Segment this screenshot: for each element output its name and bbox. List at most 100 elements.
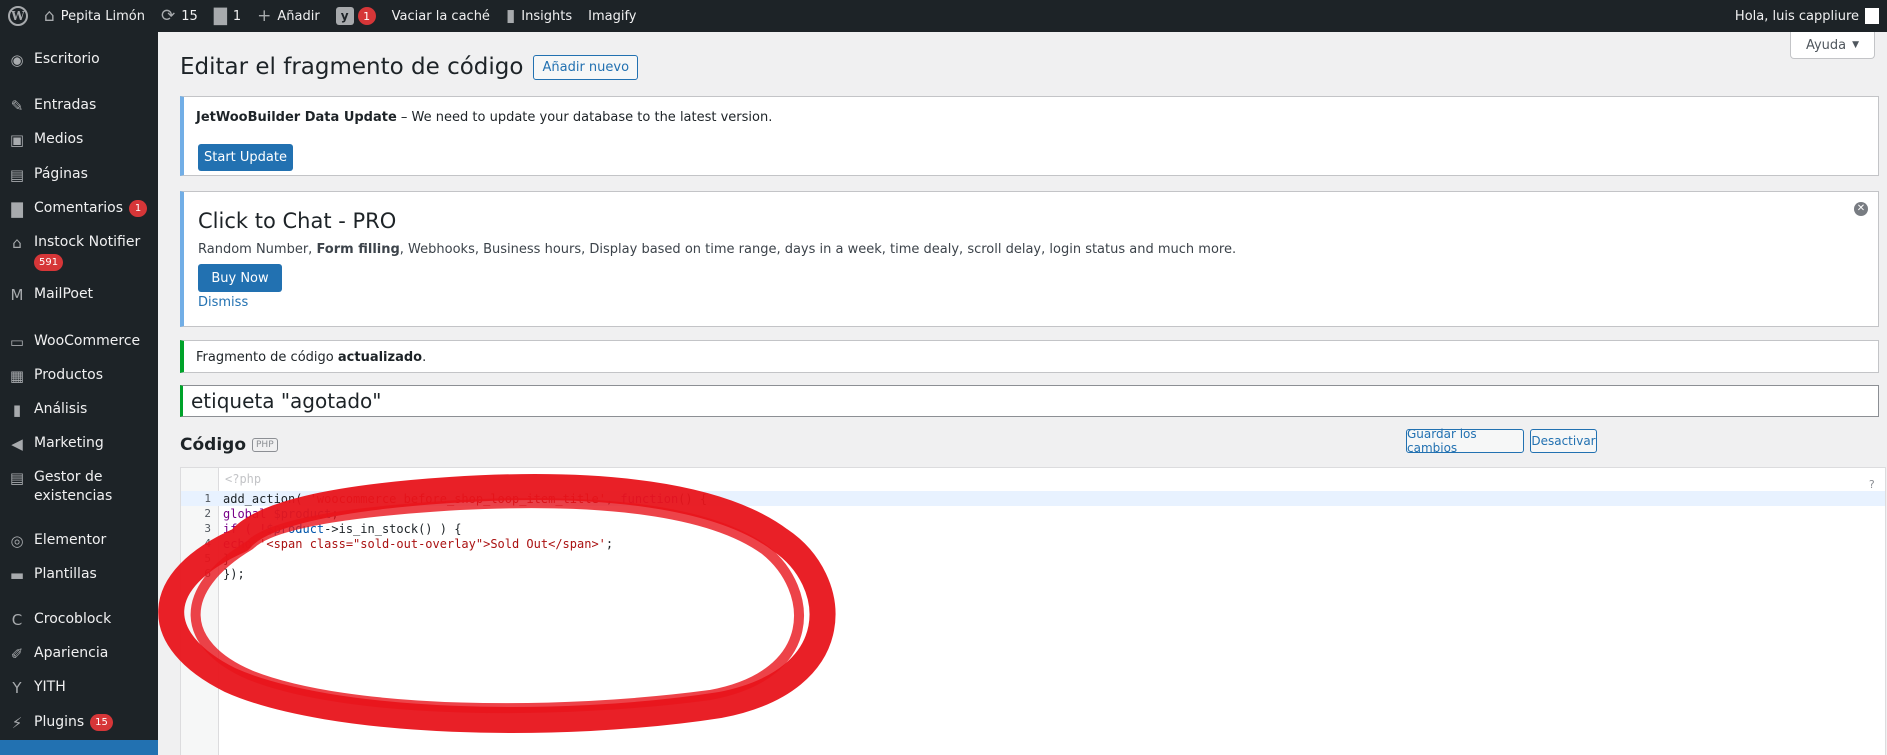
line-number: 4 <box>204 537 211 550</box>
plus-icon: + <box>257 5 272 26</box>
main-content: Ayuda ▼ Editar el fragmento de código Añ… <box>158 32 1887 755</box>
comment-bubble-icon: ▇ <box>213 5 227 26</box>
sidebar-item-paginas[interactable]: ▤ Páginas <box>0 165 158 185</box>
marketing-icon: ◀ <box>11 435 23 453</box>
mailpoet-icon: M <box>10 286 24 304</box>
chat-desc-bold: Form filling <box>316 242 400 257</box>
instock-label: Instock Notifier <box>34 234 141 250</box>
clear-cache-link[interactable]: Vaciar la caché <box>384 0 498 32</box>
sidebar-item-medios[interactable]: ▣ Medios <box>0 130 158 150</box>
code-token: global <box>223 506 274 521</box>
comments-badge: 1 <box>129 199 148 217</box>
sidebar-item-plugins[interactable]: ⚡ Plugins 15 <box>0 713 158 733</box>
jetwoobuilder-notice-text: JetWooBuilder Data Update – We need to u… <box>196 110 772 125</box>
sidebar-item-entradas[interactable]: ✎ Entradas <box>0 96 158 116</box>
code-text: if ( !$product->is_in_stock() ) { <box>215 522 461 536</box>
line-number: 1 <box>204 492 211 505</box>
close-icon[interactable]: ✕ <box>1854 202 1868 216</box>
insights-label: Insights <box>521 8 573 24</box>
code-token: 'woocommerce_before_shop_loop_item_title… <box>309 491 606 506</box>
add-new-menu[interactable]: + Añadir <box>249 0 328 32</box>
code-token: ; <box>331 506 339 521</box>
imagify-link[interactable]: Imagify <box>580 0 644 32</box>
sidebar-item-elementor[interactable]: ◎ Elementor <box>0 531 158 551</box>
code-text: echo '<span class="sold-out-overlay">Sol… <box>215 537 613 551</box>
php-badge: PHP <box>252 438 278 452</box>
line-number: 3 <box>204 522 211 535</box>
sidebar-item-crocoblock[interactable]: C Crocoblock <box>0 610 158 630</box>
jetwoobuilder-notice: JetWooBuilder Data Update – We need to u… <box>180 96 1879 176</box>
home-icon: ⌂ <box>44 5 55 26</box>
sidebar-item-escritorio[interactable]: ◉ Escritorio <box>0 50 158 70</box>
yoast-menu[interactable]: y 1 <box>328 0 384 32</box>
instock-badge: 591 <box>34 254 64 271</box>
editor-help-icon[interactable]: ? <box>1868 478 1875 491</box>
products-icon: ▦ <box>9 367 25 385</box>
code-section-header: Código PHP <box>180 435 278 455</box>
stock-icon: ▤ <box>9 469 25 487</box>
sidebar-item-gestor-existencias[interactable]: ▤ Gestor de existencias <box>0 468 158 506</box>
caret-down-icon: ▼ <box>1852 40 1860 50</box>
site-name-link[interactable]: ⌂ Pepita Limón <box>36 0 153 32</box>
my-account-menu[interactable]: Hola, luis cappliure <box>1735 8 1887 24</box>
sidebar-item-marketing[interactable]: ◀ Marketing <box>0 434 158 454</box>
code-editor[interactable]: <?php ? 1 add_action( 'woocommerce_befor… <box>180 467 1886 755</box>
updated-text-start: Fragmento de código <box>196 350 338 365</box>
snippet-title-input[interactable]: etiqueta "agotado" <box>180 385 1879 417</box>
sidebar-item-analisis[interactable]: ▮ Análisis <box>0 400 158 420</box>
chat-desc-end: , Webhooks, Business hours, Display base… <box>399 242 1237 257</box>
code-line: 3 if ( !$product->is_in_stock() ) { <box>181 521 1885 536</box>
sidebar-item-yith[interactable]: Y YITH <box>0 678 158 698</box>
save-changes-button[interactable]: Guardar los cambios <box>1406 427 1524 455</box>
sidebar-item-apariencia[interactable]: ✐ Apariencia <box>0 644 158 664</box>
code-line: 2 global $product; <box>181 506 1885 521</box>
code-token: ; <box>605 536 614 551</box>
plugins-icon: ⚡ <box>11 714 23 732</box>
plugins-badge: 15 <box>90 713 113 731</box>
deactivate-button[interactable]: Desactivar <box>1530 429 1597 453</box>
click-to-chat-description: Random Number, Form filling, Webhooks, B… <box>198 242 1236 257</box>
wp-logo-menu[interactable]: W <box>0 0 36 32</box>
yoast-badge: 1 <box>357 7 376 25</box>
comments-icon: ▇ <box>11 200 23 218</box>
comments-count: 1 <box>232 8 242 24</box>
code-token: , <box>605 491 621 506</box>
sidebar-item-current[interactable] <box>0 740 158 755</box>
pin-icon: ✎ <box>10 97 24 115</box>
buy-now-button[interactable]: Buy Now <box>198 264 282 292</box>
click-to-chat-notice: Click to Chat - PRO Random Number, Form … <box>180 191 1879 327</box>
updated-text-end: . <box>422 350 427 365</box>
sidebar-item-comentarios[interactable]: ▇ Comentarios 1 <box>0 199 158 219</box>
dismiss-link[interactable]: Dismiss <box>198 295 248 310</box>
code-label: Código <box>180 435 246 455</box>
add-new-snippet-button[interactable]: Añadir nuevo <box>533 54 639 80</box>
sidebar-item-productos[interactable]: ▦ Productos <box>0 366 158 386</box>
comentarios-label: Comentarios <box>34 200 124 216</box>
sidebar-item-woocommerce[interactable]: ▭ WooCommerce <box>0 332 158 352</box>
insights-link[interactable]: ▮ Insights <box>498 0 580 32</box>
notifier-icon: ⌂ <box>12 234 22 252</box>
help-label: Ayuda <box>1805 37 1847 53</box>
admin-bar: W ⌂ Pepita Limón ⟳ 15 ▇ 1 + Añadir y 1 V… <box>0 0 1887 32</box>
code-token: ->is_in_stock() ) { <box>324 521 462 536</box>
sidebar-item-mailpoet[interactable]: M MailPoet <box>0 285 158 305</box>
elementor-icon: ◎ <box>10 532 24 550</box>
chat-desc-start: Random Number, <box>198 242 317 257</box>
jetwoobuilder-notice-message: – We need to update your database to the… <box>396 110 773 125</box>
yith-icon: Y <box>12 679 22 697</box>
code-line: 5 } <box>181 551 1885 566</box>
code-text: }); <box>223 566 245 581</box>
clear-cache-label: Vaciar la caché <box>391 8 490 24</box>
add-new-label: Añadir <box>277 8 320 24</box>
sidebar-item-plantillas[interactable]: ▬ Plantillas <box>0 565 158 585</box>
snippet-updated-text: Fragmento de código actualizado. <box>196 350 426 365</box>
appearance-icon: ✐ <box>10 645 24 663</box>
start-update-button[interactable]: Start Update <box>198 144 293 171</box>
help-tab-button[interactable]: Ayuda ▼ <box>1790 32 1875 59</box>
site-name: Pepita Limón <box>60 8 145 24</box>
woocommerce-icon: ▭ <box>9 333 25 351</box>
templates-icon: ▬ <box>9 566 25 584</box>
sidebar-item-instock-notifier[interactable]: ⌂ Instock Notifier 591 <box>0 233 158 272</box>
updates-link[interactable]: ⟳ 15 <box>153 0 206 32</box>
comments-link[interactable]: ▇ 1 <box>206 0 249 32</box>
